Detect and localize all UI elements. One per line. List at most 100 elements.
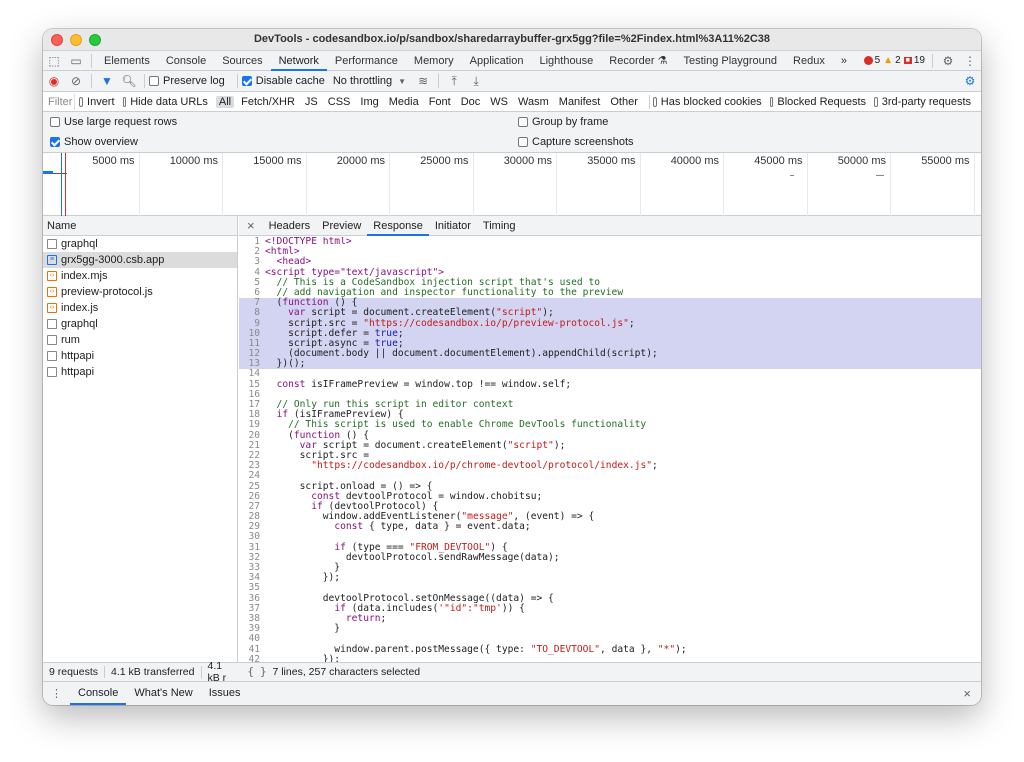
- detail-tab-response[interactable]: Response: [367, 216, 429, 236]
- tab-elements[interactable]: Elements: [96, 51, 158, 71]
- error-count-badge[interactable]: 5: [863, 55, 880, 66]
- record-icon[interactable]: ◉: [43, 71, 65, 91]
- detail-tab-timing[interactable]: Timing: [477, 216, 522, 236]
- line-number: 42: [248, 653, 260, 662]
- filter-type-fetch-xhr[interactable]: Fetch/XHR: [238, 96, 298, 108]
- third-party-checkbox[interactable]: [874, 96, 878, 107]
- drawer-tab-what-s-new[interactable]: What's New: [126, 682, 200, 705]
- issues-count-badge[interactable]: ■ 19: [903, 55, 925, 66]
- blocked-requests-checkbox[interactable]: [769, 96, 774, 107]
- group-by-frame-checkbox[interactable]: [518, 117, 528, 127]
- tab-redux[interactable]: Redux: [785, 51, 833, 71]
- tab-lighthouse[interactable]: Lighthouse: [531, 51, 601, 71]
- filter-type-manifest[interactable]: Manifest: [556, 96, 604, 108]
- warning-count-badge[interactable]: ▲ 2: [883, 55, 900, 66]
- request-row[interactable]: ‹› preview-protocol.js: [43, 284, 237, 300]
- request-row[interactable]: graphql: [43, 316, 237, 332]
- request-row[interactable]: httpapi: [43, 364, 237, 380]
- export-har-icon[interactable]: ⤓: [465, 71, 487, 91]
- filter-type-media[interactable]: Media: [386, 96, 422, 108]
- detail-tab-headers[interactable]: Headers: [263, 216, 317, 236]
- chevron-down-icon[interactable]: ▼: [398, 77, 406, 86]
- response-code-view[interactable]: 1 <!DOCTYPE html> 2 <html> 3 <head> 4 <script …: [239, 237, 981, 662]
- show-overview-option[interactable]: Show overview: [50, 136, 138, 148]
- code-text: const isIFramePreview = window.top !== w…: [276, 378, 572, 390]
- code-line: 39 }: [239, 623, 981, 634]
- tab-memory[interactable]: Memory: [406, 51, 462, 71]
- filter-type-all[interactable]: All: [215, 95, 235, 108]
- has-blocked-cookies-checkbox[interactable]: [653, 96, 657, 107]
- timeline-gridline: [472, 153, 474, 216]
- code-text: const { type, data } = event.data;: [334, 521, 531, 533]
- detail-tab-preview[interactable]: Preview: [316, 216, 367, 236]
- filter-type-doc[interactable]: Doc: [458, 96, 484, 108]
- detail-tab-initiator[interactable]: Initiator: [429, 216, 477, 236]
- filter-input[interactable]: Filter: [43, 93, 76, 110]
- request-row[interactable]: ‹› index.js: [43, 300, 237, 316]
- drawer-tab-console[interactable]: Console: [70, 682, 127, 705]
- large-rows-checkbox[interactable]: [50, 117, 60, 127]
- large-rows-option[interactable]: Use large request rows: [50, 116, 177, 128]
- request-row[interactable]: httpapi: [43, 348, 237, 364]
- tab-network[interactable]: Network: [270, 51, 327, 71]
- line-number: 3: [254, 256, 260, 268]
- error-icon: [863, 56, 873, 65]
- inspect-element-icon[interactable]: ⬚: [43, 51, 65, 71]
- close-detail-icon[interactable]: ×: [239, 218, 263, 233]
- drawer-tab-issues[interactable]: Issues: [201, 682, 249, 705]
- close-drawer-icon[interactable]: ×: [953, 686, 981, 701]
- filter-type-css[interactable]: CSS: [325, 96, 354, 108]
- show-overview-checkbox[interactable]: [50, 137, 60, 147]
- network-settings-gear-icon[interactable]: ⚙: [959, 71, 981, 91]
- hide-data-urls-checkbox[interactable]: [122, 96, 127, 107]
- search-icon[interactable]: 🔍︎: [118, 71, 140, 91]
- capture-screenshots-checkbox[interactable]: [518, 137, 528, 147]
- tab-sources[interactable]: Sources: [214, 51, 270, 71]
- filter-type-wasm[interactable]: Wasm: [515, 96, 552, 108]
- resource-type-filters: All Fetch/XHR JS CSS Img Media Font Doc WS Wasm Ma…: [215, 95, 645, 108]
- line-number: 4: [254, 266, 260, 278]
- throttling-select[interactable]: No throttling: [333, 75, 392, 87]
- timeline-tick-label: 45000 ms: [754, 155, 803, 167]
- title-bar: DevTools - codesandbox.io/p/sandbox/shar…: [43, 29, 981, 51]
- filter-type-font[interactable]: Font: [426, 96, 454, 108]
- disable-cache-checkbox[interactable]: [241, 76, 252, 86]
- network-conditions-icon[interactable]: ≋: [412, 71, 434, 91]
- clear-icon[interactable]: ⊘: [65, 71, 87, 91]
- code-line: 24: [239, 471, 981, 481]
- name-column-header[interactable]: Name: [43, 216, 237, 236]
- tab-application[interactable]: Application: [462, 51, 532, 71]
- filter-type-js[interactable]: JS: [302, 96, 321, 108]
- warning-icon: ▲: [883, 55, 894, 66]
- line-number: 8: [254, 307, 260, 319]
- filter-type-img[interactable]: Img: [357, 96, 381, 108]
- tab-recorder[interactable]: Recorder ⚗: [601, 51, 675, 71]
- overview-timeline[interactable]: 5000 ms 10000 ms 15000 ms 20000 ms 25000 ms 3…: [43, 153, 981, 216]
- request-row[interactable]: ≡ grx5gg-3000.csb.app: [43, 252, 237, 268]
- pretty-print-icon[interactable]: { }: [242, 666, 273, 678]
- tab-performance[interactable]: Performance: [327, 51, 406, 71]
- request-row[interactable]: graphql: [43, 236, 237, 252]
- drawer-menu-icon[interactable]: ⋮: [43, 687, 70, 700]
- invert-checkbox[interactable]: [79, 96, 84, 107]
- more-options-icon[interactable]: ⋮: [959, 51, 981, 71]
- tab-console[interactable]: Console: [158, 51, 214, 71]
- device-toolbar-icon[interactable]: ▭: [65, 51, 87, 71]
- request-row[interactable]: rum: [43, 332, 237, 348]
- divider: [438, 74, 440, 88]
- timeline-gridline: [305, 153, 307, 216]
- tab-item[interactable]: »: [833, 51, 855, 71]
- code-line: 42 });: [239, 653, 981, 662]
- import-har-icon[interactable]: ⤒: [443, 71, 465, 91]
- preserve-log-checkbox[interactable]: [149, 76, 159, 86]
- settings-gear-icon[interactable]: ⚙: [937, 51, 959, 71]
- drawer-tabs: Console What's New Issues: [70, 682, 249, 705]
- group-by-frame-option[interactable]: Group by frame: [518, 116, 608, 128]
- tab-testing-playground[interactable]: Testing Playground: [675, 51, 785, 71]
- filter-icon[interactable]: ▼: [96, 71, 118, 91]
- capture-screenshots-option[interactable]: Capture screenshots: [518, 136, 634, 148]
- code-text: });: [265, 653, 341, 662]
- filter-type-ws[interactable]: WS: [487, 96, 511, 108]
- filter-type-other[interactable]: Other: [607, 96, 641, 108]
- request-row[interactable]: ‹› index.mjs: [43, 268, 237, 284]
